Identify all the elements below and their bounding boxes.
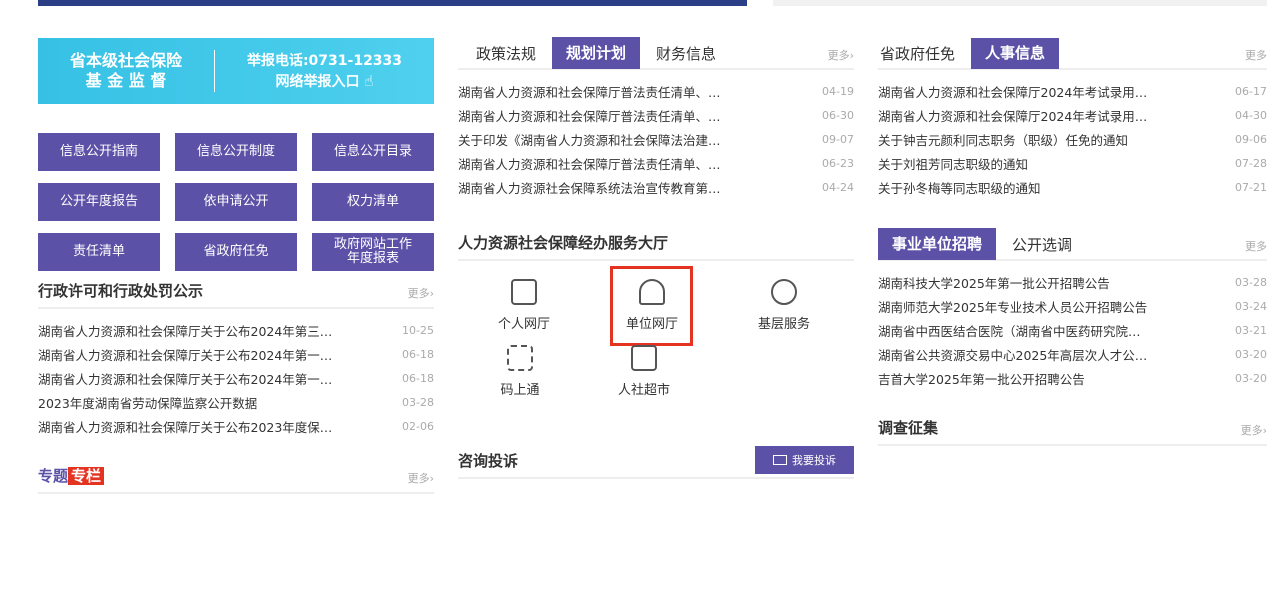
more-link[interactable]: 更多›: [408, 285, 434, 301]
tab-policy[interactable]: 政策法规: [474, 43, 538, 64]
personal-hall-icon: [511, 279, 537, 305]
permit-section-header: 行政许可和行政处罚公示 更多›: [38, 277, 434, 309]
list-item[interactable]: 关于印发《湖南省人力资源和社会保障法治建… 09-07: [458, 127, 854, 151]
policy-list: 湖南省人力资源和社会保障厅普法责任清单、… 04-19 湖南省人力资源和社会保障厅…: [458, 79, 854, 199]
survey-section-header: 调查征集 更多›: [878, 414, 1267, 446]
tab-finance[interactable]: 财务信息: [654, 43, 718, 64]
section-title: 调查征集: [878, 419, 939, 437]
btn-responsibility-list[interactable]: 责任清单: [38, 233, 160, 271]
market-icon: [631, 345, 657, 371]
pointing-hand-icon: ☝: [364, 71, 374, 90]
tab-recruitment[interactable]: 事业单位招聘: [878, 228, 997, 260]
tab-planning[interactable]: 规划计划: [552, 37, 641, 69]
top-banner-image[interactable]: [38, 0, 747, 6]
btn-annual-report[interactable]: 公开年度报告: [38, 183, 160, 221]
btn-info-system[interactable]: 信息公开制度: [175, 133, 297, 171]
left-column: 省本级社会保险 基 金 监 督 举报电话:0731-12333 网络举报入口 ☝…: [38, 38, 434, 494]
recruit-list: 湖南科技大学2025年第一批公开招聘公告 03-28 湖南师范大学2025年专业技…: [878, 270, 1267, 390]
list-item[interactable]: 湖南省人力资源和社会保障厅2024年考试录用… 06-17: [878, 79, 1267, 103]
list-item[interactable]: 湖南省人力资源和社会保障厅普法责任清单、… 04-19: [458, 79, 854, 103]
more-link[interactable]: 更多: [1245, 238, 1267, 254]
personnel-list: 湖南省人力资源和社会保障厅2024年考试录用… 06-17 湖南省人力资源和社会保…: [878, 79, 1267, 199]
complaint-button[interactable]: 我要投诉: [755, 446, 854, 474]
tab-transfer[interactable]: 公开选调: [1010, 234, 1074, 255]
home-shield-icon: [771, 279, 797, 305]
service-market[interactable]: 人社超市: [584, 345, 704, 398]
list-item[interactable]: 吉首大学2025年第一批公开招聘公告 03-20: [878, 366, 1267, 390]
btn-power-list[interactable]: 权力清单: [312, 183, 434, 221]
service-unit[interactable]: 单位网厅: [592, 279, 712, 332]
info-buttons-grid: 信息公开指南 信息公开制度 信息公开目录 公开年度报告 依申请公开 权力清单 责…: [38, 133, 434, 271]
list-item[interactable]: 湖南省人力资源和社会保障厅关于公布2024年第三… 10-25: [38, 318, 434, 342]
list-item[interactable]: 关于钟吉元颜利同志职务（职级）任免的通知 09-06: [878, 127, 1267, 151]
qr-code-icon: [507, 345, 533, 371]
service-grassroots[interactable]: 基层服务: [724, 279, 844, 332]
list-item[interactable]: 湖南省中西医结合医院（湖南省中医药研究院… 03-21: [878, 318, 1267, 342]
more-link[interactable]: 更多›: [408, 470, 434, 486]
more-link[interactable]: 更多›: [1241, 422, 1267, 438]
section-title: 咨询投诉: [458, 451, 519, 470]
fund-supervision-banner[interactable]: 省本级社会保险 基 金 监 督 举报电话:0731-12333 网络举报入口 ☝: [38, 38, 434, 104]
unit-hall-icon: [639, 279, 665, 305]
list-item[interactable]: 湖南科技大学2025年第一批公开招聘公告 03-28: [878, 270, 1267, 294]
more-link[interactable]: 更多›: [828, 47, 854, 63]
service-hall-header: 人力资源社会保障经办服务大厅: [458, 229, 854, 261]
list-item[interactable]: 湖南省人力资源社会保障系统法治宣传教育第… 04-24: [458, 175, 854, 199]
btn-apply-disclosure[interactable]: 依申请公开: [175, 183, 297, 221]
service-qrcode[interactable]: 码上通: [460, 345, 580, 398]
policy-tabs: 政策法规 规划计划 财务信息 更多›: [458, 37, 854, 70]
btn-website-annual-report[interactable]: 政府网站工作 年度报表: [312, 233, 434, 271]
tab-personnel-info[interactable]: 人事信息: [971, 38, 1060, 69]
mail-icon: [773, 455, 787, 465]
list-item[interactable]: 湖南省公共资源交易中心2025年高层次人才公… 03-20: [878, 342, 1267, 366]
service-personal[interactable]: 个人网厅: [464, 279, 584, 332]
list-item[interactable]: 湖南省人力资源和社会保障厅关于公布2024年第一… 06-18: [38, 366, 434, 390]
service-grid: 个人网厅 单位网厅 基层服务 码上通 人社超市: [458, 266, 854, 439]
permit-list: 湖南省人力资源和社会保障厅关于公布2024年第三… 10-25 湖南省人力资源和社…: [38, 318, 434, 438]
tab-gov-appointments[interactable]: 省政府任免: [878, 43, 957, 64]
more-link[interactable]: 更多: [1245, 47, 1267, 63]
btn-info-catalog[interactable]: 信息公开目录: [312, 133, 434, 171]
list-item[interactable]: 关于刘祖芳同志职级的通知 07-28: [878, 151, 1267, 175]
special-section-header: 专题 专栏 更多›: [38, 462, 434, 494]
special-title: 专题 专栏: [38, 465, 105, 486]
list-item[interactable]: 湖南省人力资源和社会保障厅2024年考试录用… 04-30: [878, 103, 1267, 127]
section-title: 行政许可和行政处罚公示: [38, 282, 204, 300]
banner-report: 举报电话:0731-12333 网络举报入口 ☝: [246, 52, 403, 90]
right-column: 省政府任免 人事信息 更多 湖南省人力资源和社会保障厅2024年考试录用… 06-…: [878, 38, 1267, 446]
list-item[interactable]: 湖南省人力资源和社会保障厅关于公布2023年度保… 02-06: [38, 414, 434, 438]
personnel-tabs: 省政府任免 人事信息 更多: [878, 38, 1267, 70]
banner-title: 省本级社会保险 基 金 监 督: [69, 51, 182, 90]
list-item[interactable]: 关于孙冬梅等同志职级的通知 07-21: [878, 175, 1267, 199]
btn-info-guide[interactable]: 信息公开指南: [38, 133, 160, 171]
list-item[interactable]: 湖南省人力资源和社会保障厅普法责任清单、… 06-30: [458, 103, 854, 127]
list-item[interactable]: 湖南省人力资源和社会保障厅关于公布2024年第一… 06-18: [38, 342, 434, 366]
list-item[interactable]: 2023年度湖南省劳动保障监察公开数据 03-28: [38, 390, 434, 414]
btn-gov-appointments[interactable]: 省政府任免: [175, 233, 297, 271]
section-title: 人力资源社会保障经办服务大厅: [458, 234, 669, 252]
list-item[interactable]: 湖南省人力资源和社会保障厅普法责任清单、… 06-23: [458, 151, 854, 175]
middle-column: 政策法规 规划计划 财务信息 更多› 湖南省人力资源和社会保障厅普法责任清单、……: [458, 37, 854, 479]
consult-section-header: 咨询投诉 我要投诉: [458, 446, 854, 479]
top-right-panel: [773, 0, 1267, 6]
list-item[interactable]: 湖南师范大学2025年专业技术人员公开招聘公告 03-24: [878, 294, 1267, 318]
recruit-tabs: 事业单位招聘 公开选调 更多: [878, 228, 1267, 261]
